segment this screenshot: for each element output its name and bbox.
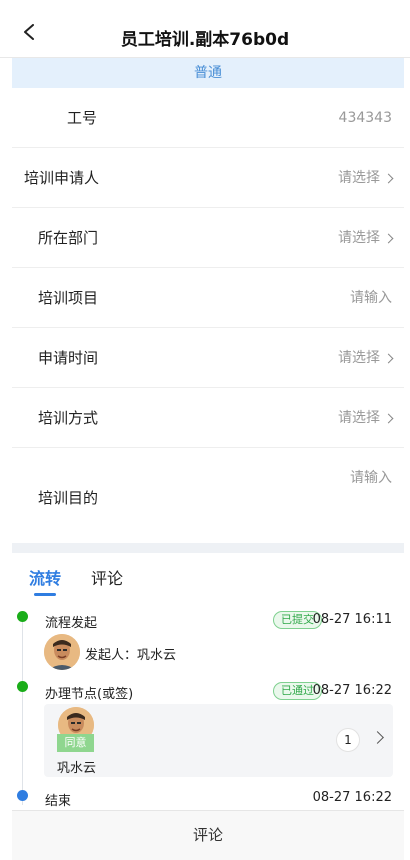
- page-header: 员工培训.副本76b0d: [0, 0, 410, 58]
- section-divider: [12, 543, 404, 553]
- tab-comment[interactable]: 评论: [91, 565, 123, 589]
- chevron-right-icon: [383, 413, 394, 423]
- applicant-row[interactable]: 培训申请人 请选择: [12, 148, 404, 208]
- chevron-right-icon: [383, 353, 394, 363]
- approver-name: 巩水云: [57, 761, 97, 776]
- method-row[interactable]: 培训方式 请选择: [12, 388, 404, 448]
- employee-no-label: 工号: [67, 109, 98, 127]
- form: 工号 434343 培训申请人 请选择 所在部门 请选择 培训项目 请输入 申请…: [12, 88, 404, 540]
- flow-timeline: 流程发起 已提交 08-27 16:11 发起人：巩水云 办理节点(或签) 已通…: [12, 597, 404, 809]
- end-step-title: 结束: [45, 794, 72, 809]
- page-title: 员工培训.副本76b0d: [120, 30, 290, 50]
- apply-time-label: 申请时间: [38, 349, 99, 367]
- purpose-label: 培训目的: [38, 489, 99, 507]
- approver-count-badge: 1: [336, 728, 360, 752]
- applicant-select[interactable]: 请选择: [338, 148, 394, 208]
- method-label: 培训方式: [38, 409, 99, 427]
- purpose-textarea[interactable]: 请输入: [350, 448, 392, 508]
- node-step-time: 08-27 16:22: [312, 683, 392, 698]
- employee-no-value: 434343: [339, 88, 392, 148]
- applicant-label: 培训申请人: [24, 169, 100, 187]
- project-row[interactable]: 培训项目 请输入: [12, 268, 404, 328]
- tab-flow[interactable]: 流转: [29, 565, 61, 589]
- project-placeholder: 请输入: [350, 290, 392, 306]
- priority-level-bar: 普通: [12, 58, 404, 88]
- project-label: 培训项目: [38, 289, 99, 307]
- chevron-right-icon: [383, 233, 394, 243]
- active-tab-indicator: [34, 593, 56, 596]
- employee-no-text: 434343: [338, 110, 392, 126]
- tab-bar: 流转 评论: [12, 553, 404, 597]
- apply-time-placeholder: 请选择: [338, 350, 380, 366]
- initiator-label: 发起人：巩水云: [85, 648, 177, 663]
- purpose-placeholder: 请输入: [350, 470, 392, 486]
- node-step-title: 办理节点(或签): [45, 687, 134, 702]
- department-select[interactable]: 请选择: [338, 208, 394, 268]
- method-select[interactable]: 请选择: [338, 388, 394, 448]
- status-dot-icon: [17, 611, 28, 622]
- status-dot-icon: [17, 681, 28, 692]
- employee-no-row: 工号 434343: [12, 88, 404, 148]
- end-step-time: 08-27 16:22: [312, 790, 392, 805]
- comment-button[interactable]: 评论: [12, 810, 404, 860]
- start-step-time: 08-27 16:11: [312, 612, 392, 627]
- project-input[interactable]: 请输入: [350, 268, 392, 328]
- purpose-row[interactable]: 培训目的 请输入: [12, 448, 404, 540]
- apply-time-select[interactable]: 请选择: [338, 328, 394, 388]
- department-placeholder: 请选择: [338, 230, 380, 246]
- approval-node-card[interactable]: 同意 巩水云 1: [44, 704, 393, 777]
- start-step-title: 流程发起: [45, 616, 98, 631]
- method-placeholder: 请选择: [338, 410, 380, 426]
- apply-time-row[interactable]: 申请时间 请选择: [12, 328, 404, 388]
- approval-action-tag: 同意: [57, 734, 94, 752]
- department-row[interactable]: 所在部门 请选择: [12, 208, 404, 268]
- chevron-right-icon[interactable]: [371, 731, 384, 744]
- timeline-line: [22, 615, 23, 805]
- status-dot-icon: [17, 790, 28, 801]
- applicant-placeholder: 请选择: [338, 170, 380, 186]
- department-label: 所在部门: [38, 229, 99, 247]
- avatar: [44, 634, 80, 670]
- chevron-right-icon: [383, 173, 394, 183]
